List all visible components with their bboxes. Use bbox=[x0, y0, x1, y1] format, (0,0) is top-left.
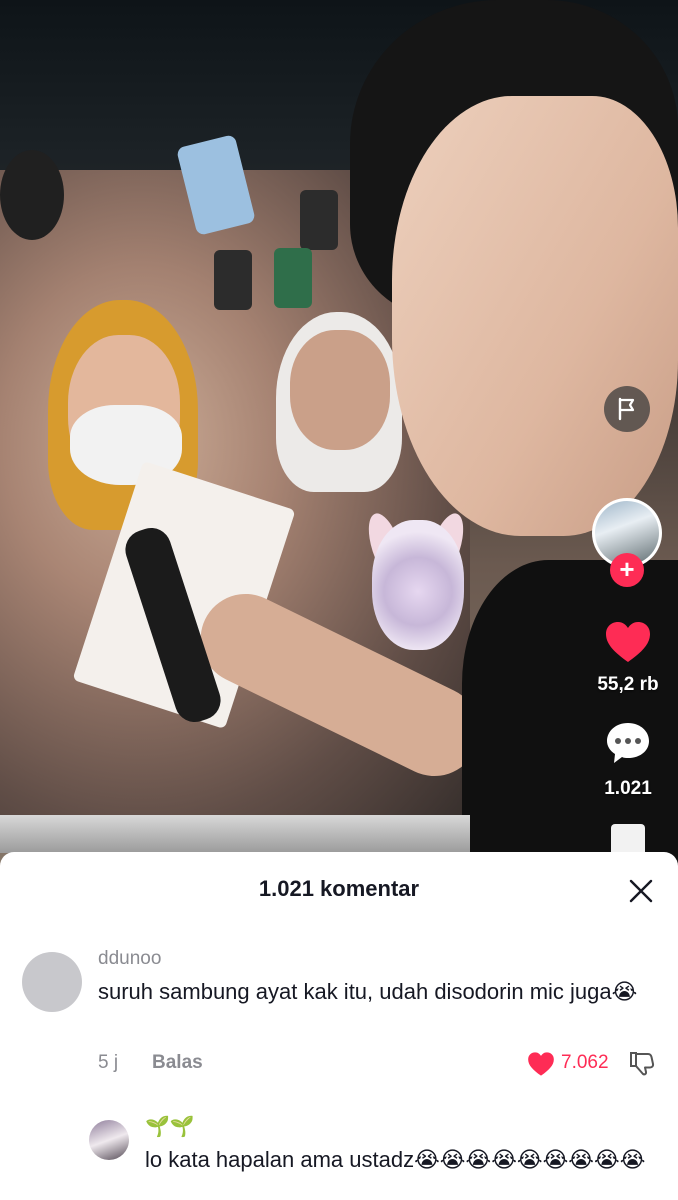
follow-button[interactable]: + bbox=[610, 553, 644, 587]
fan-badge bbox=[0, 150, 64, 240]
heart-icon[interactable] bbox=[604, 620, 652, 664]
reply-username[interactable]: 🌱🌱 bbox=[145, 1114, 195, 1139]
dislike-icon[interactable] bbox=[628, 1049, 656, 1077]
lightstick bbox=[372, 520, 464, 650]
comment-like-count: 7.062 bbox=[561, 1052, 609, 1073]
close-icon[interactable] bbox=[628, 878, 654, 904]
report-button[interactable] bbox=[604, 386, 650, 432]
like-count: 55,2 rb bbox=[597, 674, 659, 695]
comments-title: 1.021 komentar bbox=[258, 876, 420, 901]
fan-phone bbox=[214, 250, 252, 310]
save-button[interactable] bbox=[611, 824, 645, 854]
comment-username[interactable]: ddunoo bbox=[98, 948, 161, 970]
plus-icon: + bbox=[619, 554, 635, 584]
barricade-rail bbox=[0, 815, 470, 853]
person-face bbox=[392, 96, 678, 536]
reply-avatar[interactable] bbox=[89, 1120, 129, 1160]
comment-count: 1.021 bbox=[604, 778, 652, 799]
commenter-avatar[interactable] bbox=[22, 952, 82, 1012]
heart-icon[interactable] bbox=[527, 1051, 555, 1077]
flag-icon bbox=[618, 397, 635, 421]
comment-bubble-icon[interactable] bbox=[604, 720, 652, 766]
fan-phone bbox=[300, 190, 338, 250]
reply-button[interactable]: Balas bbox=[152, 1052, 203, 1074]
fan-phone bbox=[274, 248, 312, 308]
person-shirt bbox=[462, 560, 678, 870]
fan-face bbox=[290, 330, 390, 450]
comment-time: 5 j bbox=[98, 1052, 119, 1073]
comment-text: suruh sambung ayat kak itu, udah disodor… bbox=[98, 979, 638, 1004]
video-player[interactable] bbox=[0, 0, 678, 870]
reply-text: lo kata hapalan ama ustadz😭😭😭😭😭😭😭😭😭 bbox=[145, 1147, 646, 1172]
comments-sheet: 1.021 komentar ddunoo suruh sambung ayat… bbox=[0, 852, 678, 1200]
